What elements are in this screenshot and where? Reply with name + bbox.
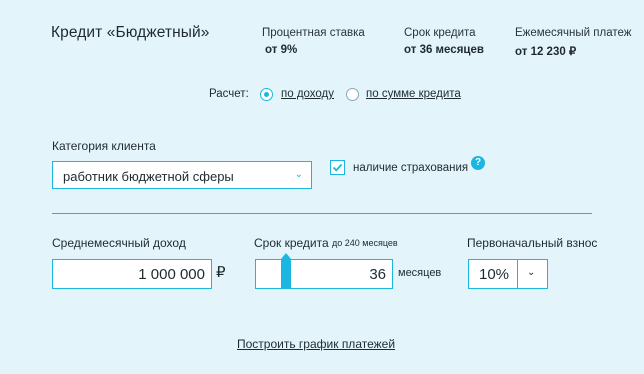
payment-value: от 12 230 ₽ bbox=[515, 46, 577, 58]
insurance-checkbox[interactable] bbox=[330, 160, 345, 175]
income-label: Среднемесячный доход bbox=[52, 236, 186, 250]
term-label: Срок кредита bbox=[404, 27, 476, 39]
insurance-label: наличие страхования bbox=[353, 162, 469, 174]
build-schedule-link[interactable]: Построить график платежей bbox=[237, 337, 395, 351]
loan-term-slider-knob[interactable] bbox=[281, 259, 291, 289]
down-payment-value: 10% bbox=[479, 266, 510, 283]
client-category-select[interactable]: работник бюджетной сферы ⌄ bbox=[52, 161, 312, 189]
client-category-value: работник бюджетной сферы bbox=[63, 169, 234, 184]
currency-symbol: ₽ bbox=[216, 264, 226, 281]
chevron-down-icon: ⌄ bbox=[294, 169, 303, 180]
calc-label: Расчет: bbox=[209, 88, 249, 100]
down-payment-select[interactable]: 10% ⌄ bbox=[468, 259, 548, 289]
checkmark-icon bbox=[332, 163, 343, 172]
down-payment-label: Первоначальный взнос bbox=[467, 236, 598, 250]
option-by-income-label[interactable]: по доходу bbox=[281, 88, 334, 100]
term-value: от 36 месяцев bbox=[404, 44, 484, 56]
select-separator bbox=[517, 260, 518, 288]
chevron-down-icon: ⌄ bbox=[527, 267, 536, 278]
radio-by-income[interactable] bbox=[260, 88, 273, 101]
loan-term-label: Срок кредита bbox=[254, 236, 329, 250]
income-value: 1 000 000 bbox=[138, 266, 205, 283]
rate-label: Процентная ставка bbox=[262, 27, 365, 39]
income-input[interactable]: 1 000 000 bbox=[52, 259, 212, 289]
loan-term-units: месяцев bbox=[398, 267, 442, 279]
rate-value: от 9% bbox=[265, 44, 298, 56]
radio-by-loan-amount[interactable] bbox=[346, 88, 359, 101]
loan-term-hint: до 240 месяцев bbox=[332, 238, 398, 248]
help-icon[interactable]: ? bbox=[471, 156, 485, 170]
loan-term-input[interactable]: 36 bbox=[255, 259, 393, 289]
loan-term-value: 36 bbox=[369, 266, 386, 283]
product-title: Кредит «Бюджетный» bbox=[51, 24, 210, 41]
payment-label: Ежемесячный платеж bbox=[515, 27, 632, 39]
client-category-label: Категория клиента bbox=[52, 139, 156, 153]
divider bbox=[52, 213, 592, 214]
option-by-loan-amount-label[interactable]: по сумме кредита bbox=[366, 88, 461, 100]
